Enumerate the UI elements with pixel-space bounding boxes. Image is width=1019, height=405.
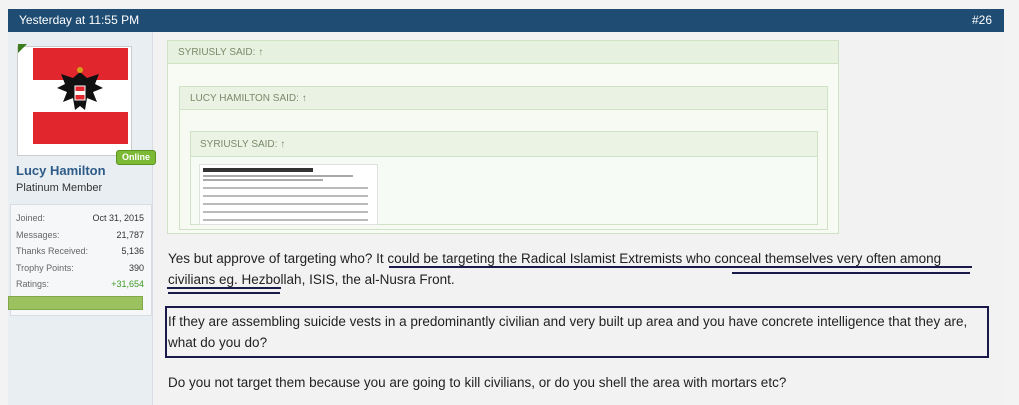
thumbnail-row-line xyxy=(203,211,368,213)
stat-value[interactable]: 390 xyxy=(129,263,144,273)
thumbnail-row-line xyxy=(203,203,368,205)
stat-value: 5,136 xyxy=(121,246,144,256)
annotation-box xyxy=(165,306,989,358)
annotation-underline xyxy=(168,292,280,294)
stat-joined: Joined: Oct 31, 2015 xyxy=(16,213,148,223)
stat-ratings[interactable]: Ratings: +31,654 xyxy=(16,279,148,289)
thumbnail-title-line xyxy=(203,168,313,172)
stat-messages[interactable]: Messages: 21,787 xyxy=(16,230,148,240)
reputation-bar xyxy=(8,296,143,310)
thumbnail-row-line xyxy=(203,187,368,189)
austria-eagle-flag-icon xyxy=(33,48,128,144)
user-title: Platinum Member xyxy=(16,182,103,194)
stat-label: Messages: xyxy=(16,230,60,240)
stat-trophy[interactable]: Trophy Points: 390 xyxy=(16,263,148,273)
quote-attribution[interactable]: SYRIUSLY SAID: ↑ xyxy=(200,139,285,150)
stat-value: Oct 31, 2015 xyxy=(92,213,144,223)
stat-label: Thanks Received: xyxy=(16,246,89,256)
stat-label: Ratings: xyxy=(16,279,50,289)
post-paragraph-1: Yes but approve of targeting who? It cou… xyxy=(168,251,942,287)
thumbnail-subtitle-line xyxy=(203,175,353,177)
stat-thanks: Thanks Received: 5,136 xyxy=(16,246,148,256)
stat-value[interactable]: +31,654 xyxy=(111,279,144,289)
online-corner-icon xyxy=(18,44,27,53)
post-paragraph-3: Do you not target them because you are g… xyxy=(168,375,787,390)
annotation-underline xyxy=(732,272,970,274)
post-header: Yesterday at 11:55 PM #26 xyxy=(8,9,1004,32)
thumbnail-subtitle-line xyxy=(203,179,323,181)
quote-header xyxy=(168,41,838,64)
post-date[interactable]: Yesterday at 11:55 PM xyxy=(19,13,139,27)
thumbnail-row-line xyxy=(203,219,368,221)
post-number[interactable]: #26 xyxy=(972,13,992,27)
quote-attribution[interactable]: LUCY HAMILTON SAID: ↑ xyxy=(190,93,307,104)
stat-label: Trophy Points: xyxy=(16,263,74,273)
username[interactable]: Lucy Hamilton xyxy=(16,163,106,178)
chart-thumbnail-image[interactable] xyxy=(199,164,378,225)
stat-value[interactable]: 21,787 xyxy=(116,230,144,240)
thumbnail-row-line xyxy=(203,195,368,197)
online-badge: Online xyxy=(116,150,156,165)
stat-label: Joined: xyxy=(16,213,46,223)
quote-attribution[interactable]: SYRIUSLY SAID: ↑ xyxy=(178,47,263,58)
annotation-underline xyxy=(389,266,972,268)
annotation-underline xyxy=(167,287,281,289)
